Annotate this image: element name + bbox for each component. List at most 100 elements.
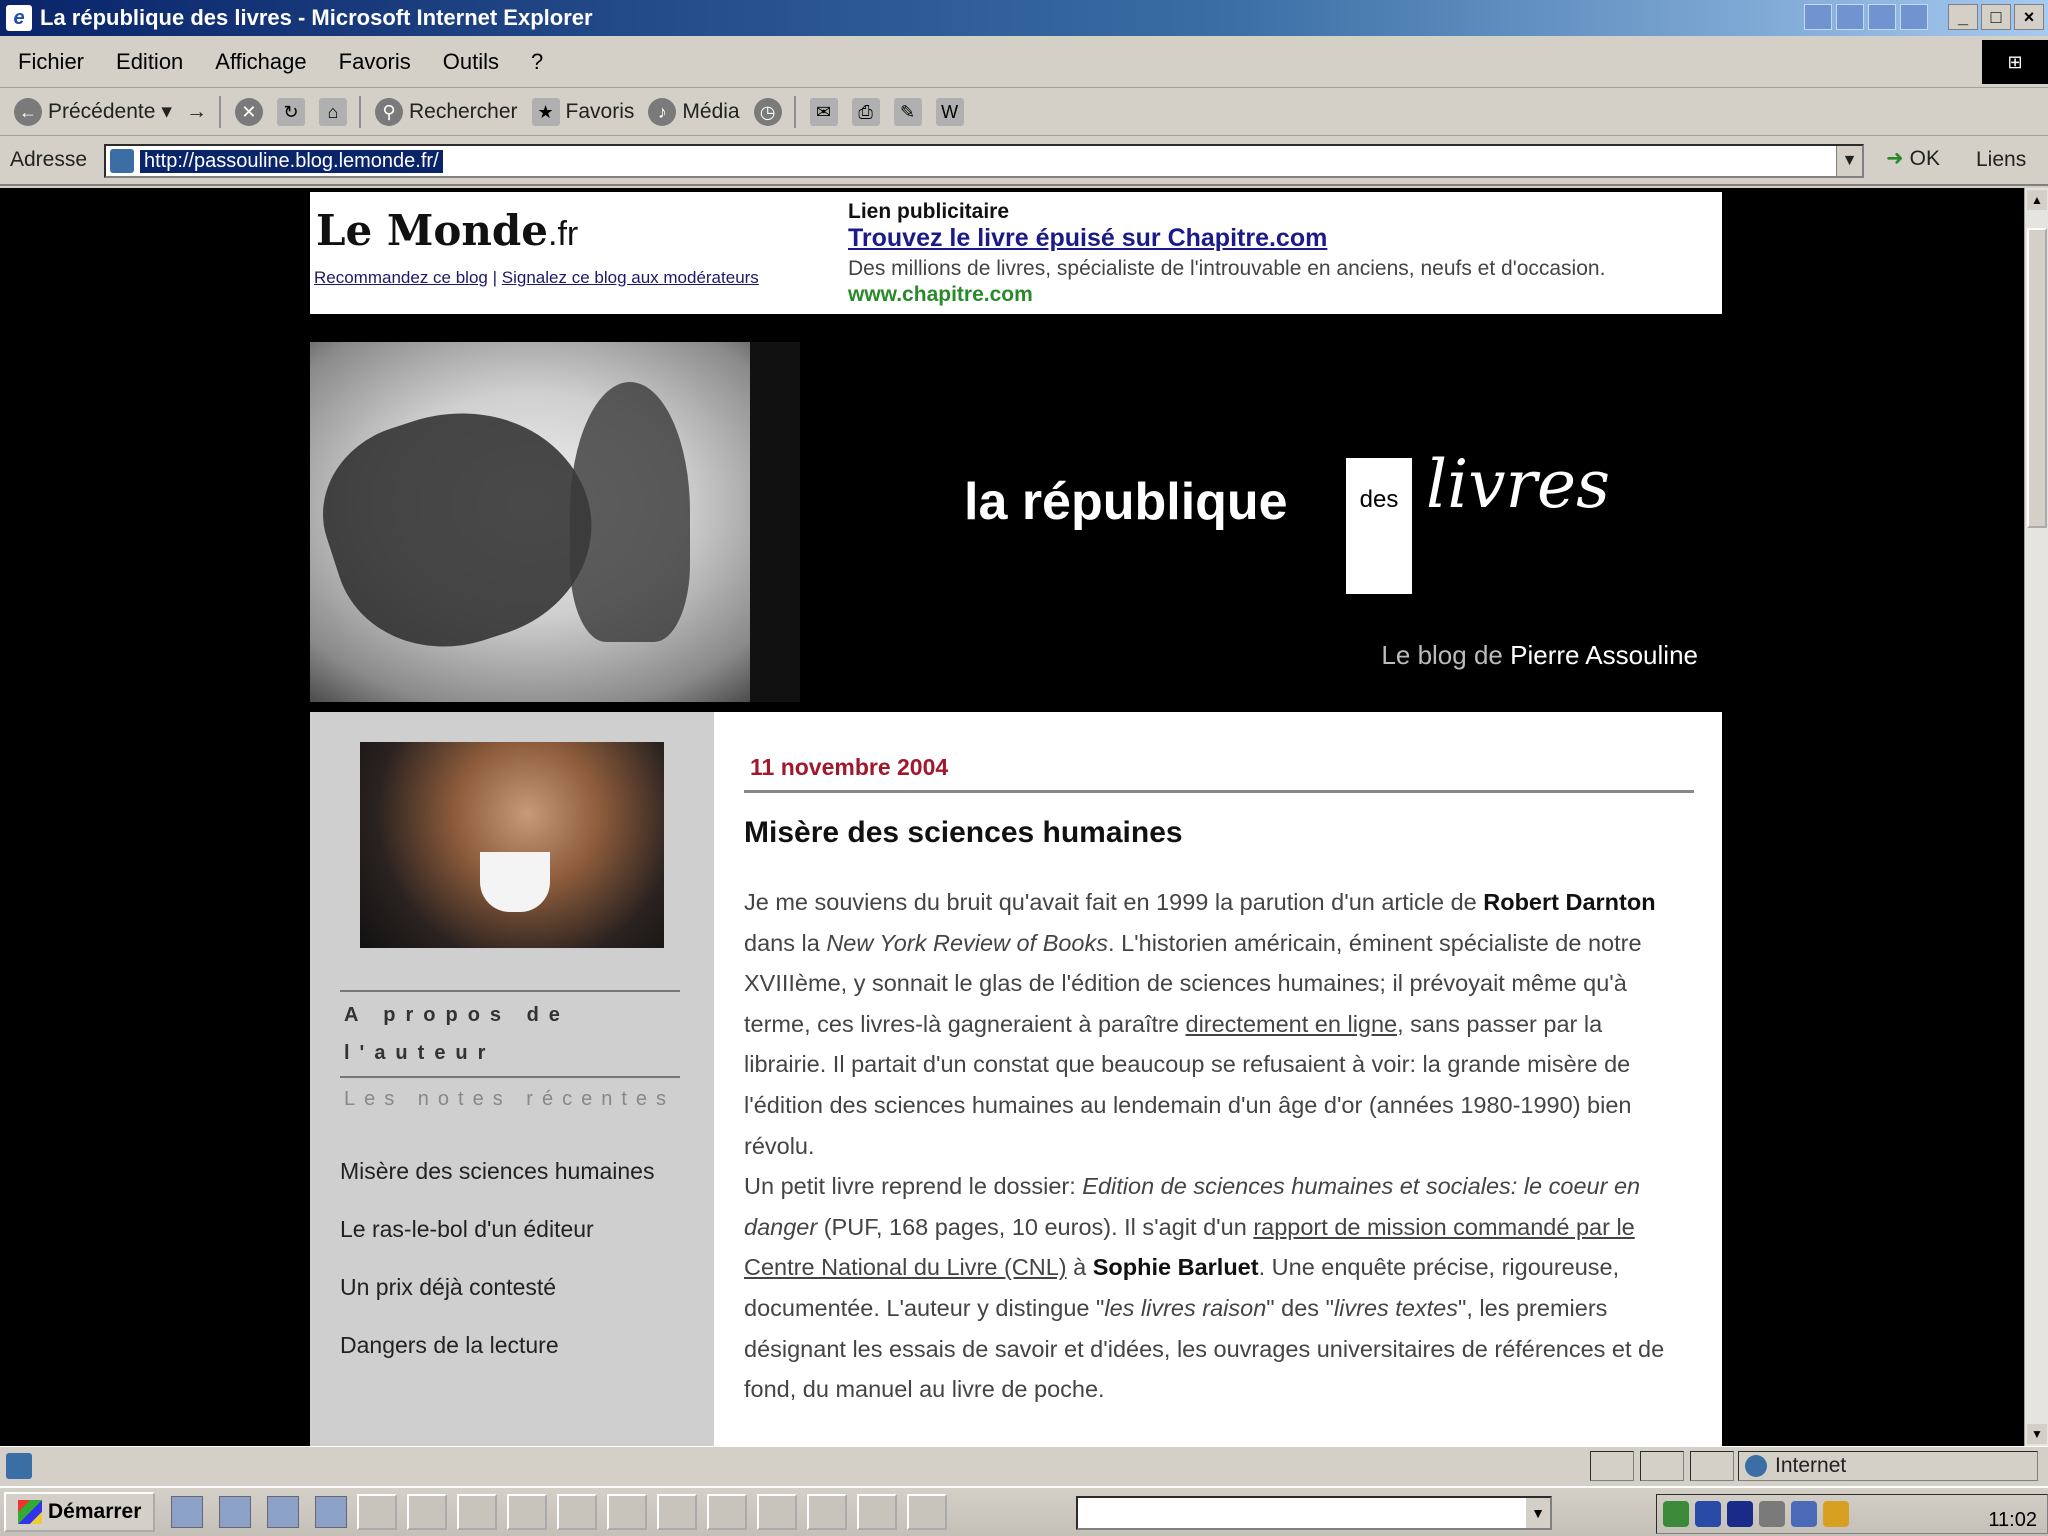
go-button[interactable]: ➜ OK: [1886, 146, 1940, 171]
home-icon: ⌂: [318, 97, 347, 126]
taskbar-window-button[interactable]: [407, 1494, 448, 1530]
le-monde-logo[interactable]: Le Monde.fr: [316, 206, 578, 255]
print-button[interactable]: ⎙: [851, 97, 880, 126]
sidebar: A propos de l'auteur Les notes récentes …: [310, 712, 714, 1446]
tray-icon[interactable]: [1823, 1501, 1849, 1527]
edit-button[interactable]: ✎: [893, 97, 922, 126]
security-zone: Internet: [1738, 1451, 2038, 1481]
quick-launch-icon[interactable]: [315, 1496, 348, 1528]
recent-post-link[interactable]: Dangers de la lecture: [340, 1326, 680, 1364]
refresh-button[interactable]: ↻: [276, 97, 305, 126]
history-button[interactable]: ◷: [753, 97, 782, 126]
taskbar-window-button[interactable]: [907, 1494, 948, 1530]
taskbar-clock: 11:02: [1988, 1509, 2037, 1531]
go-arrow-icon: ➜: [1886, 147, 1904, 170]
menu-affichage[interactable]: Affichage: [215, 49, 306, 75]
ad-banner: Le Monde.fr Recommandez ce blog | Signal…: [310, 192, 1722, 314]
scrollbar-thumb[interactable]: [2027, 228, 2047, 528]
taskbar-window-button[interactable]: [657, 1494, 698, 1530]
site-title[interactable]: la république: [964, 472, 1288, 532]
mail-icon: ✉: [809, 97, 838, 126]
menu-favoris[interactable]: Favoris: [339, 49, 411, 75]
address-input[interactable]: http://passouline.blog.lemonde.fr/ ▼: [104, 144, 1864, 178]
taskbar-window-button[interactable]: [557, 1494, 598, 1530]
window-title: La république des livres - Microsoft Int…: [40, 5, 593, 30]
quick-launch-icon[interactable]: [267, 1496, 300, 1528]
page-icon: [110, 149, 134, 173]
taskbar-window-button[interactable]: [707, 1494, 748, 1530]
tray-icon[interactable]: [1727, 1501, 1753, 1527]
scroll-up-icon[interactable]: ▲: [2027, 190, 2047, 210]
search-button[interactable]: ⚲ Rechercher: [374, 97, 518, 126]
title-bar-flag-icon: [1900, 4, 1928, 30]
body-text: " des ": [1266, 1294, 1334, 1321]
word-button[interactable]: W: [935, 97, 964, 126]
ad-title-link[interactable]: Trouvez le livre épuisé sur Chapitre.com: [848, 224, 1327, 253]
tagline-prefix: Le blog de: [1381, 640, 1503, 670]
tray-icon[interactable]: [1663, 1501, 1689, 1527]
blog-tagline: Le blog de Pierre Assouline: [1381, 640, 1698, 671]
taskbar-window-button[interactable]: [757, 1494, 798, 1530]
chevron-down-icon[interactable]: ▼: [1836, 146, 1862, 176]
status-cell: [1590, 1451, 1634, 1481]
blog-links: Recommandez ce blog | Signalez ce blog a…: [314, 268, 759, 288]
menu-fichier[interactable]: Fichier: [18, 49, 84, 75]
report-blog-link[interactable]: Signalez ce blog aux modérateurs: [502, 268, 759, 287]
ie-launch-icon[interactable]: [219, 1496, 252, 1528]
go-label: OK: [1909, 146, 1940, 170]
maximize-button[interactable]: □: [1981, 4, 2011, 30]
recommend-blog-link[interactable]: Recommandez ce blog: [314, 268, 488, 287]
menu-outils[interactable]: Outils: [443, 49, 499, 75]
taskbar-address-input[interactable]: ▼: [1076, 1496, 1552, 1530]
ad-description-text: Des millions de livres, spécialiste de l…: [848, 257, 1606, 280]
toolbar-separator: [218, 95, 221, 128]
stop-button[interactable]: ✕: [234, 97, 263, 126]
person-name: Sophie Barluet: [1092, 1254, 1259, 1281]
address-bar: Adresse http://passouline.blog.lemonde.f…: [0, 136, 2048, 186]
tray-icon[interactable]: [1759, 1501, 1785, 1527]
forward-button[interactable]: →: [186, 100, 207, 124]
favorites-button[interactable]: ★ Favoris: [531, 97, 635, 126]
start-button[interactable]: Démarrer: [4, 1492, 156, 1532]
taskbar-window-button[interactable]: [357, 1494, 398, 1530]
minimize-button[interactable]: _: [1948, 4, 1978, 30]
chevron-down-icon[interactable]: ▼: [1526, 1498, 1550, 1528]
media-button[interactable]: ♪ Média: [648, 97, 740, 126]
title-bar-flag-icon: [1868, 4, 1896, 30]
about-author-link[interactable]: A propos de l'auteur: [344, 996, 674, 1072]
site-title-livres: livres: [1426, 446, 1610, 523]
taskbar-window-button[interactable]: [607, 1494, 648, 1530]
back-button[interactable]: ← Précédente ▾: [14, 97, 172, 126]
vertical-scrollbar[interactable]: ▲ ▼: [2024, 188, 2048, 1446]
online-link[interactable]: directement en ligne,: [1186, 1011, 1404, 1037]
taskbar-window-button[interactable]: [507, 1494, 548, 1530]
post-title[interactable]: Misère des sciences humaines: [744, 816, 1183, 850]
taskbar-window-button[interactable]: [457, 1494, 498, 1530]
tray-icon[interactable]: [1791, 1501, 1817, 1527]
home-button[interactable]: ⌂: [318, 97, 347, 126]
recent-post-link[interactable]: Misère des sciences humaines: [340, 1152, 680, 1190]
toolbar: ← Précédente ▾ → ✕ ↻ ⌂ ⚲ Rechercher ★ Fa…: [0, 88, 2048, 136]
address-url[interactable]: http://passouline.blog.lemonde.fr/: [140, 149, 443, 173]
close-button[interactable]: ×: [2014, 4, 2044, 30]
links-button[interactable]: Liens: [1976, 148, 2026, 172]
recent-post-link[interactable]: Un prix déjà contesté: [340, 1268, 680, 1306]
body-text: Je me souviens du bruit qu'avait fait en…: [744, 889, 1484, 915]
page-status-icon: [6, 1453, 32, 1479]
stop-icon: ✕: [234, 97, 263, 126]
search-label: Rechercher: [408, 99, 518, 123]
taskbar-window-button[interactable]: [807, 1494, 848, 1530]
menu-edition[interactable]: Edition: [116, 49, 183, 75]
taskbar-window-button[interactable]: [857, 1494, 898, 1530]
show-desktop-icon[interactable]: [171, 1496, 204, 1528]
mail-button[interactable]: ✉: [809, 97, 838, 126]
chevron-down-icon[interactable]: ▾: [161, 99, 172, 124]
recent-post-link[interactable]: Le ras-le-bol d'un éditeur: [340, 1210, 680, 1248]
scroll-down-icon[interactable]: ▼: [2027, 1424, 2047, 1444]
recent-posts-heading: Les notes récentes: [344, 1088, 675, 1110]
ad-url-link[interactable]: www.chapitre.com: [848, 283, 1033, 306]
tray-icon[interactable]: [1695, 1501, 1721, 1527]
menu-help[interactable]: ?: [531, 49, 543, 75]
favorites-label: Favoris: [565, 99, 635, 123]
refresh-icon: ↻: [276, 97, 305, 126]
